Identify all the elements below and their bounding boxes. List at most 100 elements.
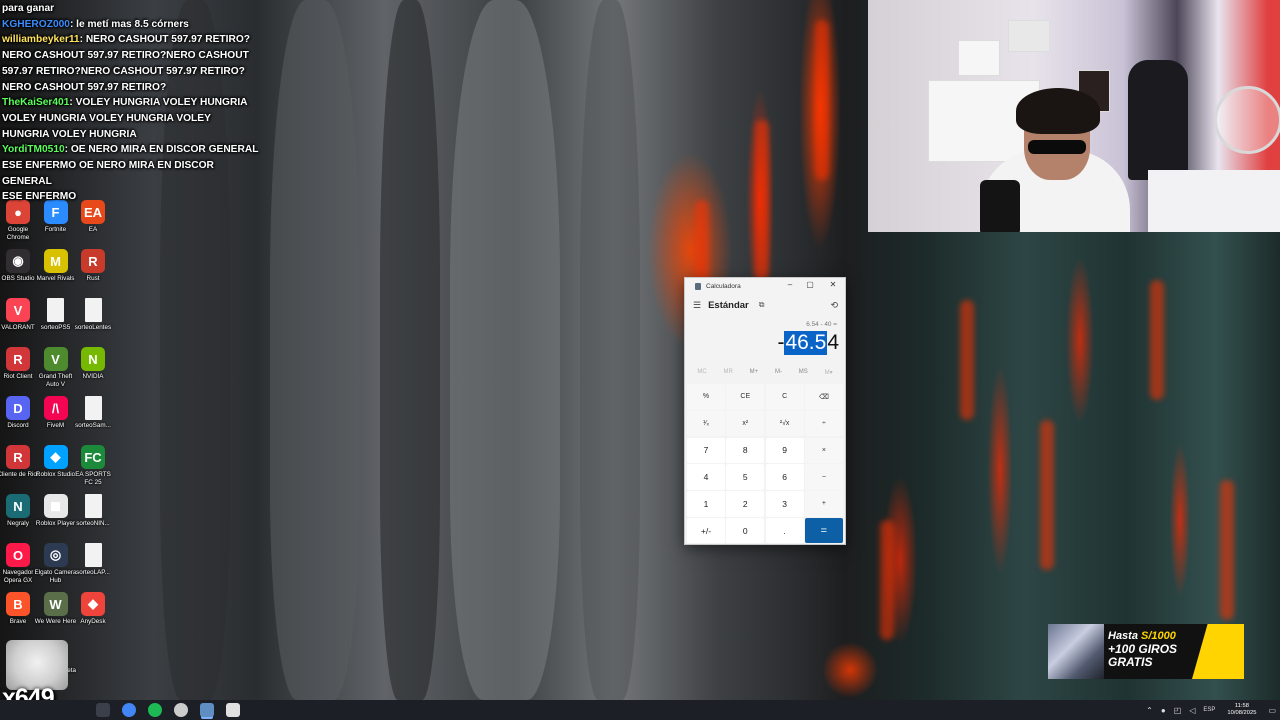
digit-5-key[interactable]: 5 bbox=[726, 464, 765, 490]
maximize-icon[interactable]: ▢ bbox=[799, 280, 821, 289]
keep-on-top-icon[interactable]: ⧉ bbox=[759, 300, 765, 310]
backspace-key[interactable]: ⌫ bbox=[804, 384, 843, 410]
chrome-taskbar[interactable] bbox=[122, 703, 136, 717]
clear-entry-key[interactable]: CE bbox=[726, 384, 765, 410]
promo-line3: GRATIS bbox=[1108, 655, 1153, 669]
spotify-taskbar[interactable] bbox=[148, 703, 162, 717]
riot-client-icon: R bbox=[6, 347, 30, 371]
chat-message: HUNGRIA VOLEY HUNGRIA bbox=[2, 127, 264, 143]
display-selected-text[interactable]: 46.5 bbox=[784, 331, 828, 355]
multiply-key[interactable]: × bbox=[804, 437, 843, 464]
desktop-shortcut-label: Rust bbox=[86, 275, 100, 282]
desktop-shortcut-label: EA SPORTS FC 25 bbox=[75, 471, 111, 486]
digit-6-key[interactable]: 6 bbox=[765, 464, 804, 490]
chat-message: KGHEROZ000: le metí mas 8.5 córners bbox=[2, 17, 264, 33]
decimal-key[interactable]: . bbox=[765, 517, 804, 544]
chevron-up-icon[interactable]: ⌃ bbox=[1146, 706, 1153, 715]
chat-message: ESE ENFERMO OE NERO MIRA EN DISCOR GENER… bbox=[2, 158, 264, 189]
language-indicator[interactable]: ESP bbox=[1203, 707, 1215, 713]
subtract-key[interactable]: − bbox=[804, 464, 843, 490]
chat-username: TheKaiSer401 bbox=[2, 97, 70, 109]
calculator-window[interactable]: Calculadora – ▢ ✕ ☰ Estándar ⧉ ⟲ 6. 54 - … bbox=[684, 277, 846, 545]
clock[interactable]: 11:58 10/08/2025 bbox=[1227, 703, 1256, 717]
calculator-taskbar[interactable] bbox=[200, 703, 214, 717]
divide-key[interactable]: ÷ bbox=[804, 410, 843, 437]
desktop-shortcut-label: EA bbox=[88, 226, 98, 233]
chat-text: VOLEY HUNGRIA VOLEY HUNGRIA VOLEY bbox=[2, 112, 211, 124]
chat-username: YordiTM0510 bbox=[2, 144, 65, 156]
file-icon bbox=[47, 298, 64, 322]
start-button[interactable] bbox=[70, 703, 84, 717]
desktop-shortcut[interactable]: N NVIDIA bbox=[71, 347, 115, 381]
negate-key[interactable]: +/- bbox=[687, 517, 725, 544]
obs-taskbar[interactable] bbox=[174, 703, 188, 717]
obs-icon: ◉ bbox=[6, 249, 30, 273]
desktop-shortcut[interactable]: sorteoLentes bbox=[71, 298, 115, 332]
digit-2-key[interactable]: 2 bbox=[726, 491, 765, 517]
chat-message: NERO CASHOUT 597.97 RETIRO?NERO CASHOUT bbox=[2, 48, 264, 64]
memory-row: MC MR M+ M- MS M▾ bbox=[685, 369, 845, 376]
chat-text: para ganar bbox=[2, 3, 55, 14]
equals-key[interactable]: = bbox=[804, 517, 843, 544]
history-icon[interactable]: ⟲ bbox=[830, 300, 838, 311]
window-title: Calculadora bbox=[706, 282, 741, 290]
desktop-shortcut-label: AnyDesk bbox=[80, 618, 106, 625]
calculator-header: ☰ Estándar ⧉ ⟲ bbox=[685, 297, 845, 313]
calculator-keypad: % CE C ⌫ ¹⁄ₓ x² ²√x ÷ 7 8 9 × 4 5 6− 1 2 3 + +/- 0. = bbox=[687, 384, 843, 544]
promo-image bbox=[1048, 624, 1104, 679]
sqrt-key[interactable]: ²√x bbox=[765, 410, 804, 437]
digit-8-key[interactable]: 8 bbox=[726, 437, 765, 464]
digit-9-key[interactable]: 9 bbox=[765, 437, 804, 464]
desktop-shortcut[interactable]: sorteoSam... bbox=[71, 396, 115, 430]
promo-text: Hasta S/1000 +100 GIROS GRATIS bbox=[1108, 630, 1177, 669]
clock-time: 11:58 bbox=[1234, 703, 1249, 709]
digit-7-key[interactable]: 7 bbox=[687, 437, 725, 464]
volume-icon[interactable]: ◁ bbox=[1189, 706, 1195, 715]
desktop-shortcut[interactable]: FC EA SPORTS FC 25 bbox=[71, 445, 115, 486]
negraly-icon: N bbox=[6, 494, 30, 518]
digit-0-key[interactable]: 0 bbox=[726, 517, 765, 544]
minimize-icon[interactable]: – bbox=[779, 280, 801, 289]
digit-4-key[interactable]: 4 bbox=[687, 464, 725, 490]
network-icon[interactable]: ◰ bbox=[1174, 706, 1182, 715]
memory-button[interactable]: M▾ bbox=[825, 369, 833, 376]
display-sign: - bbox=[777, 331, 785, 354]
add-key[interactable]: + bbox=[804, 491, 843, 517]
chat-text: 597.97 RETIRO?NERO CASHOUT 597.97 RETIRO… bbox=[2, 65, 245, 77]
chat-text: ESE ENFERMO OE NERO MIRA EN DISCOR GENER… bbox=[2, 160, 214, 187]
desktop-shortcut[interactable]: sorteoNIN... bbox=[71, 494, 115, 528]
search-button[interactable] bbox=[96, 703, 110, 717]
memory-button[interactable]: MS bbox=[799, 369, 808, 376]
chat-message: NERO CASHOUT 597.97 RETIRO? bbox=[2, 80, 264, 96]
file-icon bbox=[84, 298, 102, 322]
desktop-shortcut[interactable]: ◆ AnyDesk bbox=[71, 592, 115, 626]
digit-1-key[interactable]: 1 bbox=[687, 491, 725, 517]
close-icon[interactable]: ✕ bbox=[822, 280, 844, 289]
promo-banner: Hasta S/1000 +100 GIROS GRATIS bbox=[1048, 624, 1244, 679]
hamburger-menu-icon[interactable]: ☰ bbox=[693, 300, 701, 311]
clear-key[interactable]: C bbox=[765, 384, 804, 410]
roblox-studio-icon: ◆ bbox=[43, 445, 68, 469]
memory-button[interactable]: M+ bbox=[750, 369, 759, 376]
reciprocal-key[interactable]: ¹⁄ₓ bbox=[687, 410, 725, 437]
notification-icon[interactable]: ▭ bbox=[1268, 706, 1276, 715]
square-key[interactable]: x² bbox=[726, 410, 765, 437]
digit-3-key[interactable]: 3 bbox=[765, 491, 804, 517]
memory-button[interactable]: MC bbox=[697, 369, 706, 376]
desktop-shortcut[interactable]: R Rust bbox=[71, 249, 115, 283]
memory-button[interactable]: M- bbox=[775, 369, 782, 376]
brave-icon: B bbox=[6, 592, 30, 616]
memory-button[interactable]: MR bbox=[724, 369, 733, 376]
desktop-shortcut-label: sorteoNIN... bbox=[76, 520, 110, 527]
chat-text: NERO CASHOUT 597.97 RETIRO?NERO CASHOUT bbox=[2, 50, 249, 62]
calculator-titlebar[interactable]: Calculadora bbox=[685, 278, 845, 294]
streamlabs-taskbar[interactable] bbox=[226, 703, 240, 717]
calculator-display[interactable]: - 46.5 4 bbox=[777, 331, 839, 355]
marvel-rivals-icon: M bbox=[43, 249, 68, 273]
microphone-icon[interactable]: ● bbox=[1161, 706, 1166, 715]
desktop-shortcut[interactable]: sorteoLAP... bbox=[71, 543, 115, 577]
discord-icon: D bbox=[6, 396, 30, 420]
percent-key[interactable]: % bbox=[687, 384, 725, 410]
chat-text: : VOLEY HUNGRIA VOLEY HUNGRIA bbox=[69, 97, 248, 109]
stream-chat-overlay: para ganar KGHEROZ000: le metí mas 8.5 có… bbox=[2, 1, 264, 205]
